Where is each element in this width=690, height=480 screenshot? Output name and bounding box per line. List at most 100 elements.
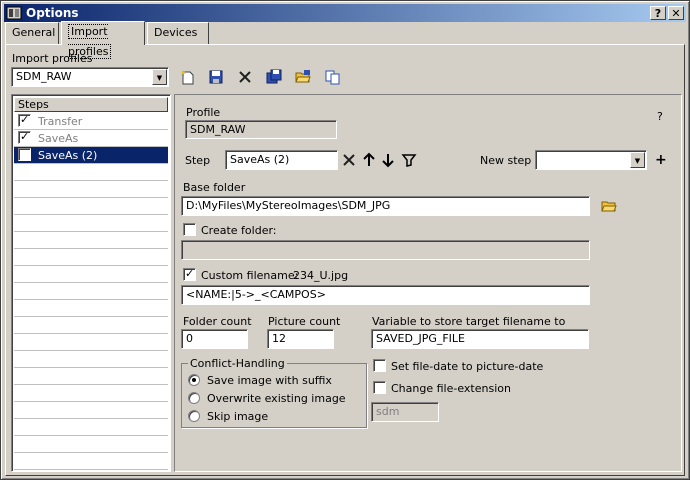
checkmark-icon: ✓ xyxy=(20,113,30,126)
custom-filename-checkbox[interactable]: ✓ xyxy=(183,267,196,281)
checkmark-icon: ✓ xyxy=(20,147,30,160)
move-down-icon[interactable] xyxy=(380,152,396,168)
base-folder-input[interactable]: D:\MyFiles\MyStereoImages\SDM_JPG xyxy=(181,196,590,216)
save-as-profile-icon[interactable] xyxy=(266,69,282,85)
list-item xyxy=(14,283,168,300)
checkmark-icon: ✓ xyxy=(20,130,30,143)
folder-count-input[interactable]: 0 xyxy=(181,329,248,349)
list-item xyxy=(14,300,168,317)
chevron-down-icon[interactable]: ▼ xyxy=(630,152,645,168)
change-extension-checkbox[interactable] xyxy=(373,381,386,394)
set-file-date-checkbox[interactable] xyxy=(373,359,386,372)
folder-count-value: 0 xyxy=(186,332,193,345)
radio-skip-image[interactable] xyxy=(188,410,200,422)
radio-label: Skip image xyxy=(207,410,269,423)
step-checkbox[interactable]: ✓ xyxy=(18,130,31,144)
profile-label: Profile xyxy=(186,106,221,119)
step-checkbox[interactable]: ✓ xyxy=(18,147,31,161)
new-profile-icon[interactable] xyxy=(180,69,196,85)
custom-filename-value: <NAME:|5->_<CAMPOS> xyxy=(186,288,326,301)
base-folder-label: Base folder xyxy=(183,181,246,194)
conflict-handling-title: Conflict-Handling xyxy=(188,357,287,370)
set-file-date-label: Set file-date to picture-date xyxy=(391,360,544,373)
tab-import-profiles[interactable]: Import profiles xyxy=(61,21,145,59)
new-step-label: New step xyxy=(480,154,532,167)
save-profile-icon[interactable] xyxy=(208,69,224,85)
list-item xyxy=(14,436,168,453)
close-button[interactable]: ✕ xyxy=(668,6,684,20)
step-checkbox[interactable]: ✓ xyxy=(18,113,31,127)
steps-header: Steps xyxy=(14,97,168,112)
list-item xyxy=(14,266,168,283)
radio-label: Overwrite existing image xyxy=(207,392,346,405)
import-profile-select[interactable]: SDM_RAW ▼ xyxy=(11,67,169,87)
list-item xyxy=(14,453,168,470)
list-item xyxy=(14,368,168,385)
app-icon xyxy=(6,6,22,20)
chevron-down-icon[interactable]: ▼ xyxy=(152,69,167,85)
list-item xyxy=(14,402,168,419)
profile-name-value: SDM_RAW xyxy=(190,123,246,136)
list-item xyxy=(14,215,168,232)
profile-name-field: SDM_RAW xyxy=(185,120,337,139)
change-extension-label: Change file-extension xyxy=(391,382,511,395)
target-variable-input[interactable]: SAVED_JPG_FILE xyxy=(371,329,589,349)
radio-dot xyxy=(192,378,196,382)
step-item-saveas[interactable]: ✓ SaveAs xyxy=(14,130,168,147)
radio-overwrite-existing[interactable] xyxy=(188,392,200,404)
list-item xyxy=(14,334,168,351)
custom-filename-input[interactable]: <NAME:|5->_<CAMPOS> xyxy=(181,285,590,305)
copy-profile-icon[interactable] xyxy=(325,69,341,85)
list-item xyxy=(14,351,168,368)
list-item xyxy=(14,164,168,181)
tab-label: Import profiles xyxy=(68,24,112,59)
steps-list[interactable]: Steps ✓ Transfer ✓ SaveAs ✓ SaveAs (2) xyxy=(11,94,171,472)
radio-label: Save image with suffix xyxy=(207,374,332,387)
move-up-icon[interactable] xyxy=(361,152,377,168)
tab-devices[interactable]: Devices xyxy=(147,22,209,44)
options-window: Options ? ✕ General Import profiles Devi… xyxy=(0,0,690,480)
open-folder-icon[interactable] xyxy=(295,69,311,85)
folder-count-label: Folder count xyxy=(183,315,252,328)
step-label: SaveAs xyxy=(38,132,79,145)
step-label: Transfer xyxy=(38,115,83,128)
list-item xyxy=(14,232,168,249)
step-name-value: SaveAs (2) xyxy=(230,153,290,166)
help-button[interactable]: ? xyxy=(650,6,666,20)
picture-count-input[interactable]: 12 xyxy=(267,329,334,349)
delete-step-icon[interactable] xyxy=(341,152,357,168)
picture-count-label: Picture count xyxy=(268,315,341,328)
step-item-transfer[interactable]: ✓ Transfer xyxy=(14,113,168,130)
step-item-saveas-2[interactable]: ✓ SaveAs (2) xyxy=(14,147,168,164)
step-label: SaveAs (2) xyxy=(38,149,98,162)
filter-icon[interactable] xyxy=(401,152,417,168)
list-item xyxy=(14,249,168,266)
title-bar[interactable]: Options ? ✕ xyxy=(4,4,686,22)
new-step-select[interactable]: ▼ xyxy=(535,150,647,170)
window-title: Options xyxy=(26,6,79,20)
create-folder-label: Create folder: xyxy=(201,224,277,237)
list-item xyxy=(14,419,168,436)
picture-count-value: 12 xyxy=(272,332,286,345)
delete-profile-icon[interactable] xyxy=(237,69,253,85)
create-folder-input[interactable] xyxy=(181,240,590,260)
target-variable-label: Variable to store target filename to xyxy=(372,315,566,328)
step-name-input[interactable]: SaveAs (2) xyxy=(225,150,338,170)
tab-label: Devices xyxy=(154,26,198,39)
step-label: Step xyxy=(185,154,211,167)
help-icon[interactable]: ? xyxy=(657,110,663,123)
radio-save-with-suffix[interactable] xyxy=(188,374,200,386)
extension-input[interactable]: sdm xyxy=(371,402,439,422)
add-step-button[interactable]: + xyxy=(655,153,667,167)
list-item xyxy=(14,181,168,198)
tab-general[interactable]: General xyxy=(5,22,59,44)
custom-filename-preview: 234_U.jpg xyxy=(293,269,349,282)
custom-filename-label: Custom filename: xyxy=(201,269,299,282)
checkmark-icon: ✓ xyxy=(185,267,195,280)
target-variable-value: SAVED_JPG_FILE xyxy=(376,332,466,345)
extension-value: sdm xyxy=(376,405,400,418)
import-profile-value: SDM_RAW xyxy=(16,70,72,83)
browse-folder-icon[interactable] xyxy=(601,198,617,214)
create-folder-checkbox[interactable] xyxy=(183,223,196,236)
tab-label: General xyxy=(12,26,56,39)
